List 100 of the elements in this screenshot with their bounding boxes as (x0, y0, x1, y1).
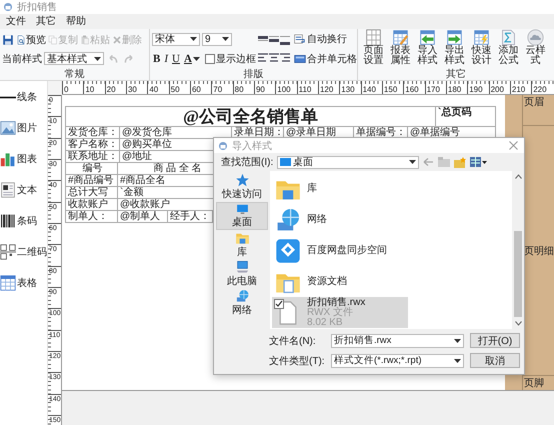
ruler-label: 40 (149, 85, 158, 94)
italic-button[interactable]: I (163, 53, 170, 65)
merge-cells-icon (294, 53, 306, 65)
wrap-text-button[interactable]: 自动换行 (294, 32, 357, 46)
align-center-icon[interactable] (268, 53, 279, 62)
places-item[interactable]: 桌面 (216, 202, 268, 230)
places-item[interactable]: 网络 (216, 289, 268, 317)
ribbon-button[interactable]: 导出样式 (441, 29, 468, 66)
ruler-label: 130 (341, 85, 355, 94)
tool-item[interactable]: 表格 (0, 274, 47, 292)
file-item[interactable]: 百度网盘同步空间 (272, 235, 408, 266)
tool-item[interactable]: 条码 (0, 212, 47, 230)
star-icon (234, 173, 250, 187)
font-size-dropdown[interactable]: 9 (202, 32, 232, 46)
menu-item[interactable]: 帮助 (64, 15, 94, 28)
tool-item[interactable]: 二维码 (0, 243, 47, 261)
align-middle-icon[interactable] (268, 36, 279, 45)
color-button[interactable]: A (182, 53, 201, 65)
font-dropdown[interactable]: 宋体 (152, 32, 200, 46)
ruler-label: 20 (106, 85, 116, 94)
redo-icon (123, 52, 135, 64)
ribbon-button[interactable]: 导入样式 (414, 29, 441, 66)
chevron-down-icon[interactable] (514, 321, 522, 326)
align-bottom-icon[interactable] (280, 36, 290, 45)
table-cell: @制单人 (118, 211, 168, 223)
dropdown-arrow-icon (409, 160, 416, 164)
bold-button[interactable]: B (152, 53, 162, 65)
band-label: 页脚 (524, 376, 544, 390)
merge-cells-button[interactable]: 合并单元格 (294, 52, 357, 66)
places-item[interactable]: 此电脑 (216, 260, 268, 288)
ruler-label: 60 (192, 85, 201, 94)
dialog-title: 导入样式 (232, 140, 273, 152)
toolbar-button[interactable]: 预览 (16, 32, 46, 46)
look-in-dropdown[interactable]: 桌面 (277, 156, 420, 168)
dropdown-arrow-icon (94, 56, 101, 60)
ruler-label: 170 (426, 85, 440, 94)
file-item[interactable]: 资源文档 (272, 266, 408, 297)
underline-button[interactable]: U (171, 53, 181, 65)
tool-item[interactable]: 图表 (0, 150, 47, 168)
table-cell: 总计大写 (66, 187, 118, 199)
bar-chart-icon (0, 151, 16, 167)
file-type-label: 文件类型(T): (269, 354, 326, 368)
band-label: 页眉 (524, 96, 544, 109)
ruler-label: 140 (362, 85, 376, 94)
checkbox[interactable] (204, 54, 215, 64)
dropdown-arrow-icon (222, 37, 229, 41)
window-title: 折扣销售 (17, 0, 57, 14)
save-button[interactable] (2, 34, 14, 46)
ruler-label: 30 (128, 85, 137, 94)
ruler-label: 110 (298, 85, 312, 94)
chevron-up-icon[interactable] (514, 174, 522, 179)
style-dropdown[interactable]: 基本样式 (44, 52, 104, 65)
tool-item[interactable]: 图片 (0, 119, 47, 137)
align-left-icon[interactable] (258, 53, 268, 62)
ruler-label: 220 (533, 85, 547, 94)
ribbon-button[interactable]: 云样式 (522, 29, 549, 66)
ruler-label: 0 (64, 85, 68, 94)
file-item[interactable]: 库 (272, 173, 408, 204)
file-item[interactable]: 网络 (272, 204, 408, 235)
ruler-label: 80 (234, 85, 244, 94)
file-name-field[interactable]: 折扣销售.rwx (331, 334, 464, 348)
ruler-label: 190 (469, 85, 483, 94)
monitor-icon (280, 158, 292, 166)
ribbon-button[interactable]: 快速设计 (468, 29, 495, 66)
align-right-icon[interactable] (280, 53, 290, 62)
show-border-checkbox[interactable]: 显示边框 (204, 52, 256, 66)
tool-item[interactable]: 文本 (0, 181, 47, 199)
menu-item[interactable]: 文件 (4, 15, 34, 28)
undo-icon (107, 52, 119, 64)
checkbox[interactable] (274, 299, 284, 309)
ruler-label: 160 (405, 85, 419, 94)
ribbon-button[interactable]: 页面设置 (360, 29, 387, 66)
ribbon-button[interactable]: 添加公式 (495, 29, 522, 66)
dropdown-arrow-icon (454, 358, 461, 362)
ruler-label: 100 (277, 85, 291, 94)
group-label: 排版 (242, 69, 264, 80)
group-label: 常规 (64, 69, 86, 80)
file-name-label: 文件名(N): (269, 334, 317, 348)
ruler-label: 50 (170, 85, 180, 94)
file-type-dropdown[interactable]: 样式文件(*.rwx;*.rpt) (331, 354, 464, 368)
report-title: @公司全名销售单 (66, 107, 436, 127)
places-item[interactable]: 库 (216, 231, 268, 259)
view-menu-icon[interactable] (470, 157, 488, 167)
ruler-label: 180 (448, 85, 462, 94)
close-icon[interactable] (509, 141, 518, 150)
ribbon-button[interactable]: 报表属性 (387, 29, 414, 66)
open-button[interactable]: 打开(O) (470, 333, 520, 348)
menu-item[interactable]: 其它 (34, 15, 64, 28)
column-header: 编号 (66, 163, 118, 175)
copy-icon (48, 34, 58, 44)
dropdown-arrow-icon (454, 338, 461, 342)
app-icon (218, 140, 228, 150)
cloud-app-icon (275, 238, 301, 264)
file-item[interactable]: 折扣销售.rwx RWX 文件 8.02 KB (272, 297, 408, 328)
tool-item[interactable]: 线条 (0, 88, 47, 106)
ruler-label: 90 (256, 85, 265, 94)
band-label: 页明细 (524, 244, 554, 258)
ruler-label: 10 (85, 85, 94, 94)
cancel-button[interactable]: 取消 (470, 353, 520, 368)
line-icon (0, 96, 16, 98)
